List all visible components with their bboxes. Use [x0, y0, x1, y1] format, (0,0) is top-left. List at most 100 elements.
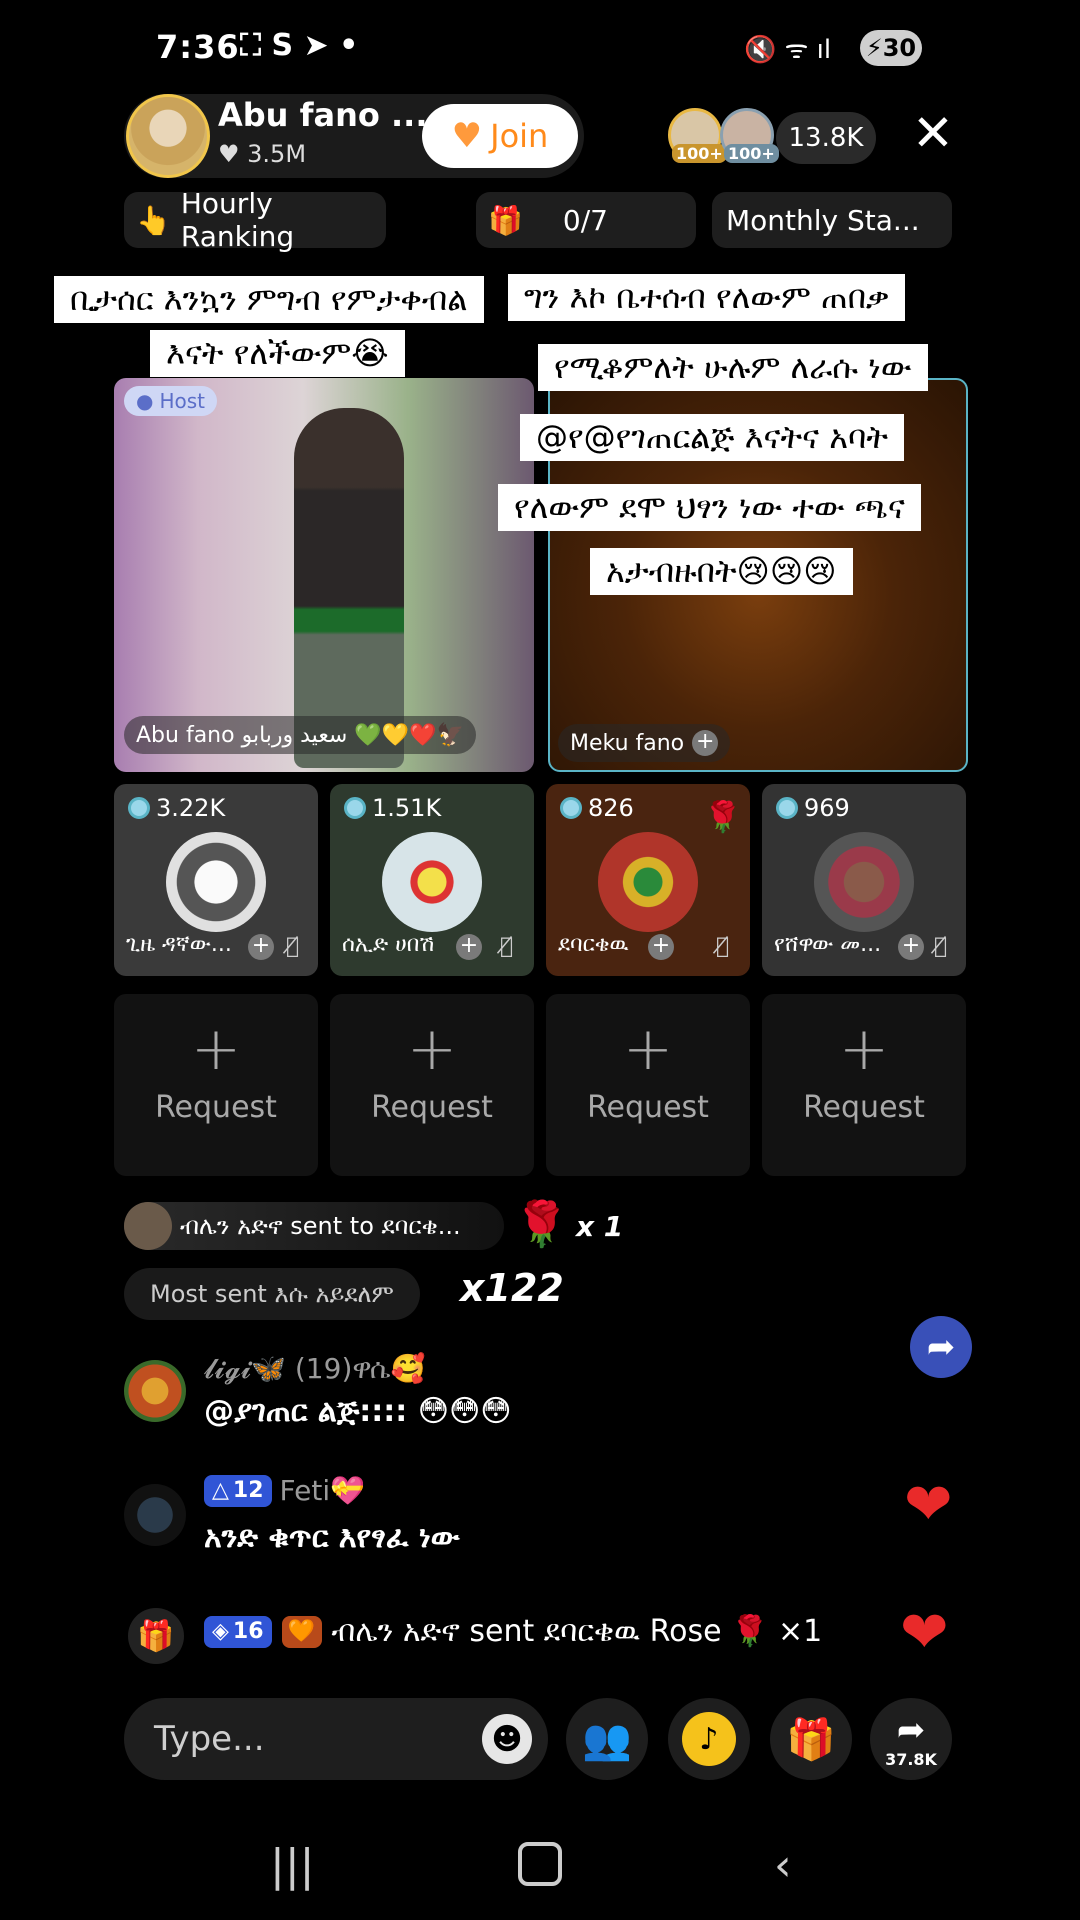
guest-score-value: 969: [804, 794, 850, 822]
guest-avatar[interactable]: [382, 832, 482, 932]
hourly-ranking-label: Hourly Ranking: [180, 187, 295, 253]
host-name[interactable]: Abu fano ...: [218, 96, 427, 134]
host-avatar[interactable]: [126, 94, 210, 178]
guests-icon[interactable]: 👥: [566, 1698, 648, 1780]
host-video-pane[interactable]: [114, 378, 534, 772]
guest-tile[interactable]: 1.51K ሰኢድ ሀበሽ + 🎙̸: [330, 784, 534, 976]
guest-tile[interactable]: 3.22K ጊዜ ዳኛው... + 🎙̸: [114, 784, 318, 976]
follow-plus-icon[interactable]: +: [248, 934, 274, 960]
request-slot[interactable]: + Request: [546, 994, 750, 1176]
most-sent-count: x122: [460, 1266, 564, 1310]
back-icon[interactable]: ‹: [774, 1840, 792, 1891]
guest-tile[interactable]: 826 🌹 ደባርቄዉ + 🎙̸: [546, 784, 750, 976]
recents-icon[interactable]: |||: [270, 1840, 314, 1891]
gift-message: ◈ 16 🧡 ብሌን አድኖ sent ደባርቄዉ Rose 🌹 ×1: [204, 1614, 822, 1649]
share-arrow-icon[interactable]: ➦: [910, 1316, 972, 1378]
chat-username[interactable]: Feti💝: [280, 1474, 365, 1507]
guest-name: ሰኢድ ሀበሽ: [342, 932, 434, 957]
guest-name-label: ደባርቄዉ: [558, 932, 629, 957]
host-likes: ♥ 3.5M: [218, 140, 306, 168]
level-value: 16: [232, 1619, 264, 1644]
request-slot[interactable]: + Request: [762, 994, 966, 1176]
request-label: Request: [587, 1090, 709, 1125]
most-sent-label: Most sent እሱ አይደለም: [124, 1268, 420, 1320]
viewer-count[interactable]: 13.8K: [776, 112, 876, 164]
guest-score: 969: [776, 794, 850, 822]
host-tag: ● Host: [124, 386, 217, 416]
diamond-icon: [776, 797, 798, 819]
chat-message: @ያገጠር ልጅ:::: 😳😳😳: [204, 1394, 512, 1429]
chat-avatar[interactable]: [124, 1484, 186, 1546]
gift-icon[interactable]: 🎁: [770, 1698, 852, 1780]
caption-left-line1: ቢታሰር እንኳን ምግብ የምታቀብል: [54, 276, 484, 323]
plus-icon: +: [406, 1014, 458, 1084]
heart-icon[interactable]: ❤: [904, 1470, 953, 1538]
request-label: Request: [371, 1090, 493, 1125]
guest-score-value: 3.22K: [156, 794, 226, 822]
chat-username[interactable]: 𝓵𝓲𝓰𝓲🦋 (19)ዋሴ🥰: [204, 1352, 425, 1386]
host-person: [294, 408, 404, 768]
guest-avatar[interactable]: [166, 832, 266, 932]
guest-avatar[interactable]: [814, 832, 914, 932]
gift-banner-text: ብሌን አድኖ sent to ደባርቄ...: [180, 1212, 461, 1240]
request-slot[interactable]: + Request: [330, 994, 534, 1176]
rose-icon: 🌹: [514, 1199, 569, 1250]
tiktok-coin-icon[interactable]: ♪: [668, 1698, 750, 1780]
sender-avatar: [124, 1202, 172, 1250]
rose-icon: 🌹: [704, 800, 742, 835]
follow-plus-icon[interactable]: +: [898, 934, 924, 960]
close-icon[interactable]: ✕: [912, 108, 954, 158]
level-value: 12: [232, 1478, 264, 1503]
guest-score: 1.51K: [344, 794, 441, 822]
share-count: 37.8K: [885, 1749, 937, 1769]
guest-name: ጊዜ ዳኛው...: [126, 932, 232, 957]
guest-tile[interactable]: 969 የሸዋው መ... + 🎙̸: [762, 784, 966, 976]
guest-avatar[interactable]: [598, 832, 698, 932]
heart-icon: ♥: [218, 140, 240, 168]
diamond-icon: [128, 797, 150, 819]
gift-banner: ብሌን አድኖ sent to ደባርቄ...: [124, 1202, 504, 1250]
monthly-stars-chip[interactable]: Monthly Sta...: [712, 192, 952, 248]
top-viewer-badge: 100+: [672, 144, 727, 163]
signal-icons: 🔇 ᯤ ıl: [744, 35, 832, 65]
gift-message-text: ብሌን አድኖ sent ደባርቄዉ Rose 🌹 ×1: [331, 1614, 823, 1649]
request-label: Request: [803, 1090, 925, 1125]
thumbs-icon: 👆: [136, 203, 171, 237]
host-likes-count: 3.5M: [247, 140, 307, 168]
guest-pane-name[interactable]: Meku fano +: [558, 724, 731, 762]
caption-right-line5: አታብዙበት😢😢😢: [590, 548, 853, 595]
battery-level: 30: [882, 34, 917, 62]
heart-icon[interactable]: ❤: [900, 1598, 949, 1666]
follow-plus-icon[interactable]: +: [456, 934, 482, 960]
emoji-icon[interactable]: ☻: [482, 1714, 532, 1764]
gift-icon[interactable]: 🎁: [128, 1608, 184, 1664]
chat-message: አንድ ቁጥር እየፃፈ ነው: [204, 1520, 460, 1555]
guest-score: 3.22K: [128, 794, 225, 822]
request-slot[interactable]: + Request: [114, 994, 318, 1176]
home-icon[interactable]: [518, 1842, 562, 1886]
goal-progress-chip[interactable]: 🎁 0/7: [476, 192, 696, 248]
monthly-label: Monthly Sta...: [726, 203, 920, 237]
caption-right-line4: የለውም ደሞ ህፃን ነው ተው ጫና: [498, 484, 921, 531]
host-tag-label: Host: [159, 389, 205, 413]
goal-progress: 0/7: [562, 203, 608, 237]
host-pane-name[interactable]: Abu fano سعيد وربابو 💚💛❤️🦅: [124, 716, 476, 754]
person-icon: ●: [136, 389, 154, 413]
guest-name: የሸዋው መ...: [774, 932, 881, 957]
level-icon: △: [212, 1478, 229, 1503]
chat-avatar[interactable]: [124, 1360, 186, 1422]
guest-score-value: 1.51K: [372, 794, 442, 822]
join-button[interactable]: ♥ Join: [422, 104, 578, 168]
guest-name-label: ጊዜ ዳኛው...: [126, 932, 232, 957]
caption-left-line2: እናት የለችውም😭: [150, 330, 405, 377]
chat-header: △ 12 Feti💝: [204, 1474, 365, 1507]
share-button[interactable]: ➦ 37.8K: [870, 1698, 952, 1780]
comment-placeholder: Type...: [154, 1719, 265, 1759]
gift-banner-count: x 1: [576, 1210, 624, 1243]
diamond-icon: [344, 797, 366, 819]
follow-plus-icon[interactable]: +: [648, 934, 674, 960]
follow-plus-icon[interactable]: +: [692, 730, 719, 756]
gift-box-icon: 🎁: [488, 203, 523, 237]
guest-score-value: 826: [588, 794, 634, 822]
hourly-ranking-chip[interactable]: 👆 Hourly Ranking: [124, 187, 386, 253]
